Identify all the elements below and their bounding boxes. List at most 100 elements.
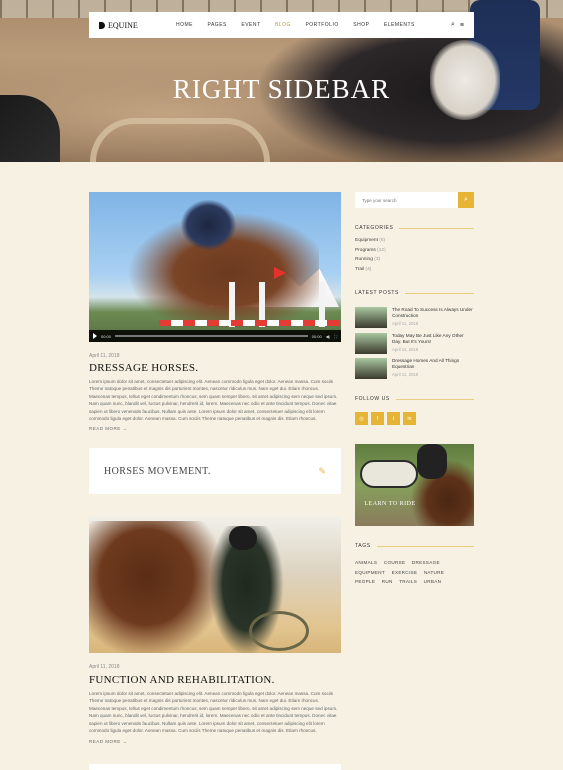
arrow-right-icon: → [122, 739, 128, 744]
tags-cloud: ANIMALS COURSE DRESSAGE EQUIPMENT EXERCI… [355, 558, 470, 587]
follow-us-title: FOLLOW US [355, 396, 474, 402]
latest-post-date: April 11, 2018 [392, 320, 419, 326]
search-widget: ⌕ [355, 192, 474, 208]
linkedin-icon[interactable]: in [403, 412, 416, 425]
latest-post-item[interactable]: Dressage Horses And All Things Equestria… [355, 358, 474, 379]
tag[interactable]: PEOPLE [355, 577, 375, 587]
latest-post-title[interactable]: Dressage Horses And All Things Equestria… [392, 358, 474, 371]
nav-elements[interactable]: ELEMENTS [384, 22, 415, 28]
top-navbar: EQUINE HOME PAGES EVENT BLOG PORTFOLIO S… [89, 12, 474, 38]
search-input[interactable] [355, 192, 458, 208]
read-more-link[interactable]: READ MORE → [89, 739, 128, 744]
hero-rope [90, 118, 270, 162]
tag[interactable]: COURSE [384, 558, 405, 568]
tags-title-text: TAGS [355, 543, 371, 549]
search-icon[interactable]: ⌕ [451, 21, 455, 29]
post-video[interactable]: 00:00 00:00 ◀) ⛶ [89, 192, 341, 342]
tag[interactable]: URBAN [424, 577, 442, 587]
tag[interactable]: EQUIPMENT [355, 568, 385, 578]
next-post-card [89, 764, 341, 770]
category-name: Trail [355, 267, 365, 273]
photo-horse [89, 521, 229, 653]
tag[interactable]: DRESSAGE [412, 558, 440, 568]
menu-icon[interactable]: ≡ [460, 22, 464, 29]
video-time-current: 00:00 [101, 333, 112, 339]
tag[interactable]: TRAILS [399, 577, 417, 587]
tags-title: TAGS [355, 543, 474, 549]
latest-post-thumbnail[interactable] [355, 307, 387, 328]
main-nav: HOME PAGES EVENT BLOG PORTFOLIO SHOP ELE… [176, 22, 429, 28]
latest-post-thumbnail[interactable] [355, 333, 387, 354]
search-button[interactable]: ⌕ [458, 192, 474, 208]
category-name: Equipment [355, 238, 378, 243]
paperclip-icon: ✎ [318, 465, 326, 476]
post-link-box[interactable]: HORSES MOVEMENT. ✎ [89, 448, 341, 494]
latest-post-item[interactable]: The Road To Success Is Always Under Cons… [355, 307, 474, 328]
video-rider [181, 200, 236, 250]
fullscreen-icon[interactable]: ⛶ [334, 334, 337, 339]
category-item[interactable]: Programs (12) [355, 248, 386, 258]
logo-mark-icon [99, 21, 105, 29]
category-count: (4) [365, 267, 372, 273]
tag[interactable]: EXERCISE [392, 568, 418, 578]
latest-post-title[interactable]: The Road To Success Is Always Under Cons… [392, 307, 474, 320]
latest-post-title[interactable]: Today May Be Just Like Any Other Day. Bu… [392, 333, 474, 346]
category-item[interactable]: Trail (4) [355, 267, 386, 277]
volume-icon[interactable]: ◀) [326, 334, 330, 339]
nav-blog[interactable]: BLOG [275, 22, 291, 28]
read-more-link[interactable]: READ MORE → [89, 426, 128, 431]
nav-icons: ⌕ ≡ [451, 21, 464, 29]
link-post-title: HORSES MOVEMENT. [104, 465, 211, 477]
read-more-label: READ MORE [89, 426, 121, 431]
promo-banner[interactable]: LEARN TO RIDE [355, 444, 474, 526]
facebook-icon[interactable]: f [371, 412, 384, 425]
logo[interactable]: EQUINE [99, 21, 169, 30]
category-count: (12) [377, 247, 386, 253]
latest-post-date: April 11, 2018 [392, 371, 419, 377]
divider [399, 227, 474, 229]
page-title: RIGHT SIDEBAR [172, 74, 391, 104]
post-image[interactable] [89, 516, 341, 653]
category-count: (3) [374, 257, 381, 263]
search-icon: ⌕ [464, 196, 468, 203]
categories-title: CATEGORIES [355, 225, 474, 231]
category-name: Running [355, 257, 373, 263]
post-excerpt: Lorem ipsum dolor sit amet, consectetuer… [89, 691, 338, 734]
categories-title-text: CATEGORIES [355, 225, 394, 231]
divider [395, 398, 474, 400]
latest-post-date: April 11, 2018 [392, 346, 419, 352]
video-fence-bar [159, 320, 339, 326]
photo-rope [249, 611, 309, 651]
video-controls: 00:00 00:00 ◀) ⛶ [89, 330, 341, 342]
latest-post-item[interactable]: Today May Be Just Like Any Other Day. Bu… [355, 333, 474, 354]
post-title[interactable]: FUNCTION AND REHABILITATION. [89, 674, 275, 686]
nav-home[interactable]: HOME [176, 22, 193, 28]
nav-portfolio[interactable]: PORTFOLIO [305, 22, 338, 28]
latest-posts-title: LATEST POSTS [355, 290, 474, 296]
post-date: April 11, 2018 [89, 353, 120, 359]
divider [376, 545, 474, 547]
tag[interactable]: ANIMALS [355, 558, 377, 568]
divider [404, 292, 474, 294]
category-item[interactable]: Running (3) [355, 257, 386, 267]
nav-pages[interactable]: PAGES [208, 22, 227, 28]
nav-event[interactable]: EVENT [241, 22, 260, 28]
category-item[interactable]: Equipment (6) [355, 238, 386, 248]
play-icon[interactable] [93, 333, 97, 339]
nav-shop[interactable]: SHOP [353, 22, 369, 28]
video-progress-bar[interactable] [115, 335, 308, 337]
latest-post-thumbnail[interactable] [355, 358, 387, 379]
social-links: ◎ f t in [355, 412, 416, 425]
latest-posts-title-text: LATEST POSTS [355, 290, 399, 296]
instagram-icon[interactable]: ◎ [355, 412, 368, 425]
logo-text: EQUINE [108, 20, 138, 30]
twitter-icon[interactable]: t [387, 412, 400, 425]
follow-us-title-text: FOLLOW US [355, 396, 390, 402]
arrow-right-icon: → [122, 426, 128, 431]
post-excerpt: Lorem ipsum dolor sit amet, consectetuer… [89, 379, 338, 422]
post-title[interactable]: DRESSAGE HORSES. [89, 362, 198, 374]
banner-text: LEARN TO RIDE [364, 501, 416, 507]
tag[interactable]: RUN [382, 577, 393, 587]
tag[interactable]: NATURE [424, 568, 444, 578]
categories-list: Equipment (6) Programs (12) Running (3) … [355, 238, 386, 277]
